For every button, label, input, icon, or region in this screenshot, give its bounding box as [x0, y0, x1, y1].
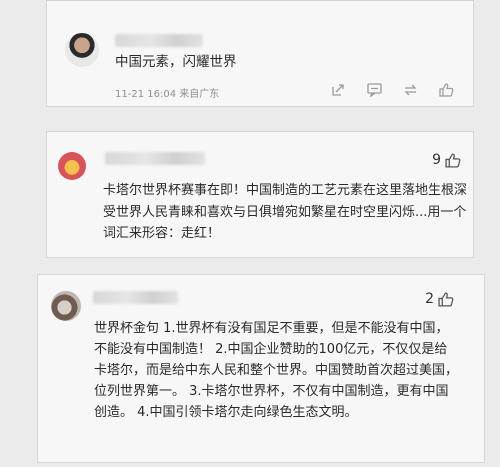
like-counter[interactable]: 9: [432, 152, 461, 168]
comment-time: 11-21 16:04: [115, 89, 177, 100]
comment-icon[interactable]: [365, 81, 383, 99]
username-blurred[interactable]: [105, 152, 205, 165]
comment-card-2: 9 卡塔尔世界杯赛事在即！中国制造的工艺元素在这里落地生根深受世界人民青睐和喜欢…: [46, 131, 474, 258]
like-icon[interactable]: [437, 81, 455, 99]
comment-actions: [329, 81, 455, 99]
username-blurred[interactable]: [93, 291, 178, 304]
comment-location: 来自广东: [179, 89, 220, 100]
comment-card-1: 中国元素，闪耀世界 11-21 16:04 来自广东: [46, 0, 474, 107]
like-count: 2: [425, 291, 434, 307]
comment-card-3: 2 世界杯金句 1.世界杯有没有国足不重要，但是不能没有中国，不能没有中国制造！…: [37, 274, 485, 463]
comment-text: 世界杯金句 1.世界杯有没有国足不重要，但是不能没有中国，不能没有中国制造！ 2…: [94, 321, 459, 420]
like-count: 9: [432, 152, 441, 168]
username-blurred[interactable]: [115, 34, 203, 47]
repost-icon[interactable]: [401, 81, 419, 99]
avatar[interactable]: [51, 291, 81, 321]
thumbs-up-icon[interactable]: [438, 291, 454, 307]
avatar[interactable]: [65, 33, 99, 67]
thumbs-up-icon[interactable]: [445, 152, 461, 168]
like-counter[interactable]: 2: [425, 291, 454, 307]
comment-text: 卡塔尔世界杯赛事在即！中国制造的工艺元素在这里落地生根深受世界人民青睐和喜欢与日…: [103, 183, 468, 241]
share-icon[interactable]: [329, 81, 347, 99]
comment-meta: 11-21 16:04 来自广东: [115, 85, 219, 100]
avatar[interactable]: [58, 152, 86, 180]
comment-text: 中国元素，闪耀世界: [115, 54, 237, 70]
